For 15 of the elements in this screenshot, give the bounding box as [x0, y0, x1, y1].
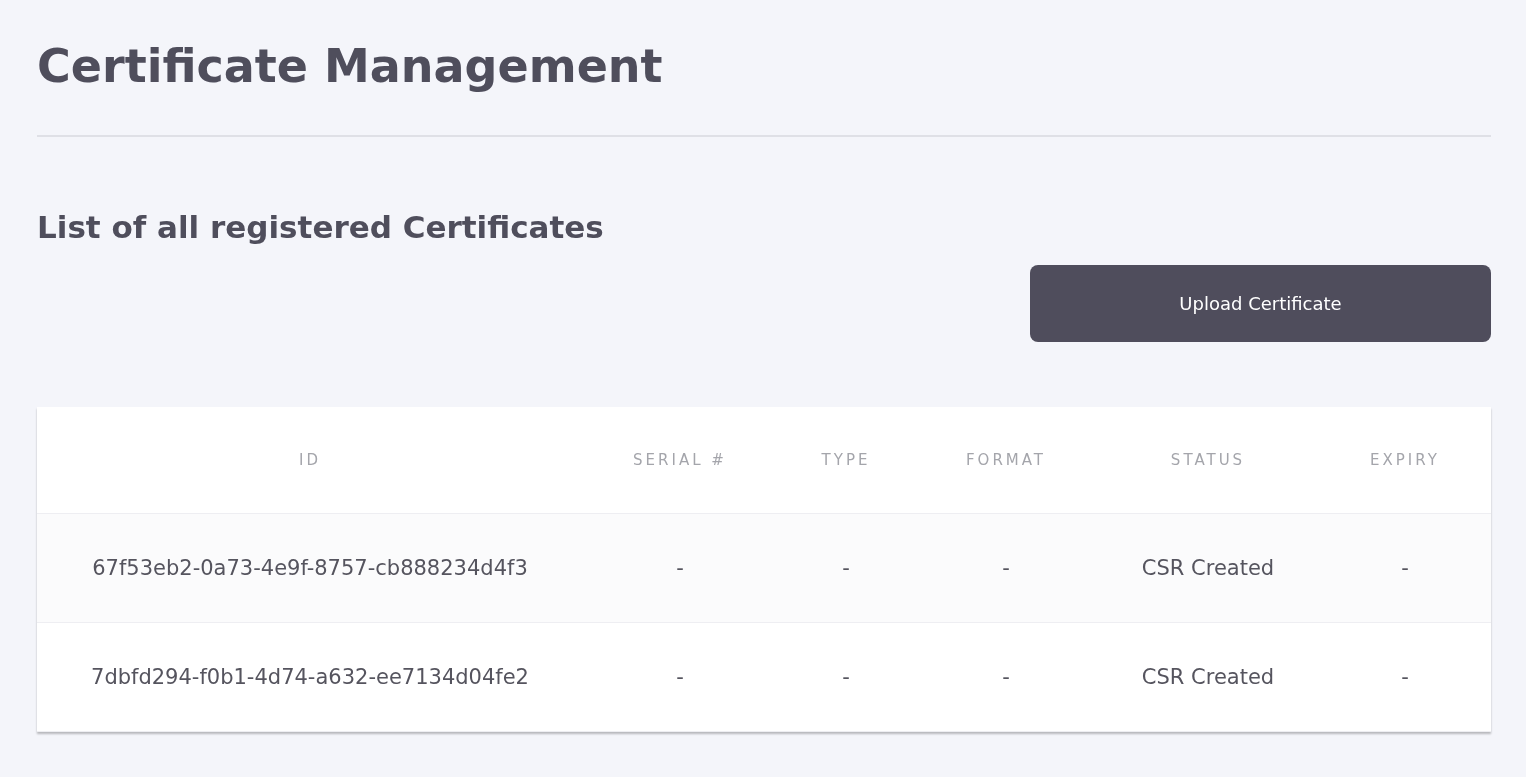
table-cell: - — [583, 514, 777, 623]
table-cell: - — [915, 623, 1097, 732]
table-cell: CSR Created — [1097, 514, 1319, 623]
table-cell: 67f53eb2-0a73-4e9f-8757-cb888234d4f3 — [37, 514, 583, 623]
table-cell: 7dbfd294-f0b1-4d74-a632-ee7134d04fe2 — [37, 623, 583, 732]
section-heading: List of all registered Certificates — [37, 208, 605, 247]
page-title: Certificate Management — [37, 38, 664, 95]
table-cell: - — [777, 514, 915, 623]
table-cell: - — [583, 623, 777, 732]
table-cell: - — [1319, 514, 1491, 623]
table-cell: - — [777, 623, 915, 732]
upload-certificate-button[interactable]: Upload Certificate — [1030, 265, 1491, 342]
table-cell: - — [1319, 623, 1491, 732]
table-cell: - — [915, 514, 1097, 623]
table-cell: CSR Created — [1097, 623, 1319, 732]
